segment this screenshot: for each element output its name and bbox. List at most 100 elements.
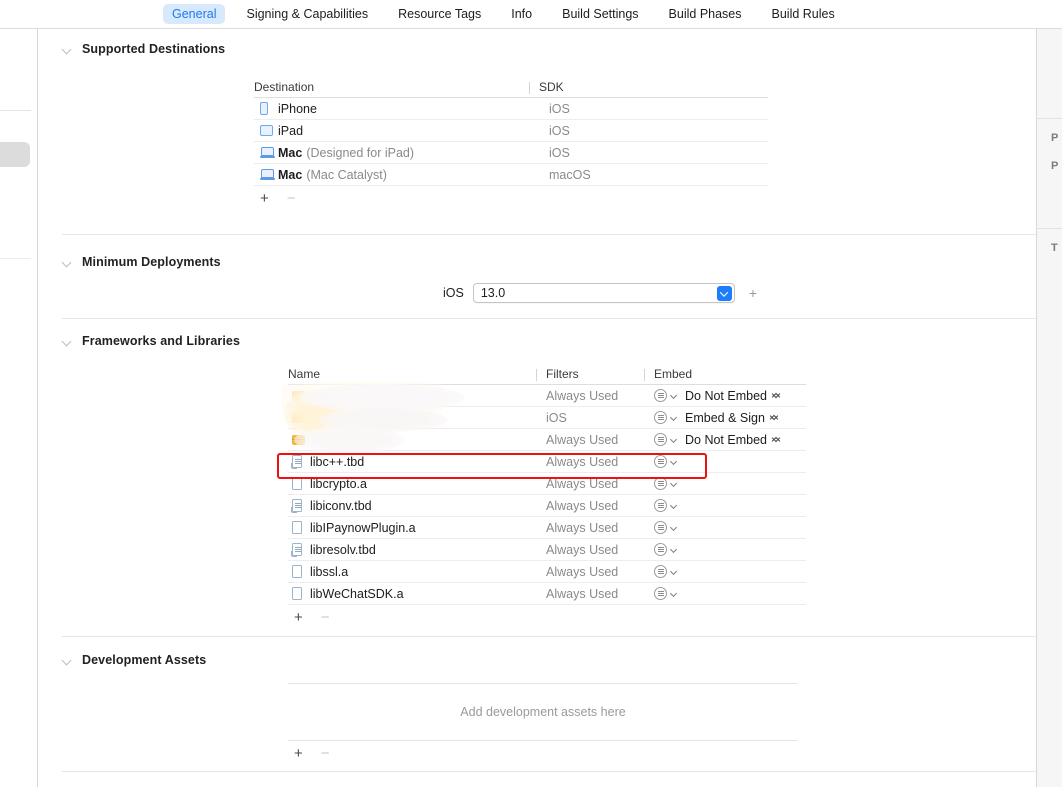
library-filters: Always Used: [546, 520, 619, 535]
filters-popup-button[interactable]: [654, 389, 677, 402]
inspector-label-1: P: [1051, 132, 1059, 144]
table-row[interactable]: Always Used Do Not Embed: [288, 429, 806, 451]
embed-popup-button[interactable]: Embed & Sign: [685, 411, 779, 425]
library-name: libWeChatSDK.a: [310, 586, 404, 601]
filters-popup-button[interactable]: [654, 433, 677, 446]
destination-sdk: iOS: [549, 123, 570, 138]
add-deployment-button[interactable]: +: [749, 285, 757, 301]
library-name: libssl.a: [310, 564, 349, 579]
filters-popup-button[interactable]: [654, 521, 677, 534]
add-development-asset-button[interactable]: +: [294, 746, 303, 761]
section-title: Minimum Deployments: [82, 255, 221, 269]
inspector-rail: P P T: [1036, 28, 1062, 787]
chevron-down-icon[interactable]: [716, 286, 732, 301]
development-assets-table: Add development assets here + −: [288, 683, 806, 765]
tbd-file-icon: [291, 455, 310, 469]
table-row[interactable]: iPad iOS: [254, 120, 768, 142]
tab-build-settings[interactable]: Build Settings: [553, 4, 647, 24]
column-header-embed: Embed: [644, 367, 794, 384]
filters-popup-button[interactable]: [654, 543, 677, 556]
library-filters: Always Used: [546, 564, 619, 579]
tab-info[interactable]: Info: [502, 4, 541, 24]
embed-popup-button[interactable]: Do Not Embed: [685, 433, 781, 447]
table-row[interactable]: libc++.tbd Always Used: [288, 451, 806, 473]
tab-resource-tags[interactable]: Resource Tags: [389, 4, 490, 24]
inspector-divider: [1037, 118, 1062, 119]
section-title: Supported Destinations: [82, 42, 226, 56]
table-row[interactable]: iOS Embed & Sign: [288, 407, 806, 429]
chevron-down-icon: [62, 336, 73, 347]
deployment-version-combobox[interactable]: 13.0: [472, 283, 735, 303]
add-destination-button[interactable]: +: [260, 191, 269, 206]
filters-popup-button[interactable]: [654, 477, 677, 490]
general-settings-pane: Supported Destinations Destination SDK i…: [38, 29, 1036, 787]
tab-signing-and-capabilities[interactable]: Signing & Capabilities: [237, 4, 377, 24]
column-header-name: Name: [288, 367, 321, 381]
filters-popup-button[interactable]: [654, 565, 677, 578]
static-library-icon: [292, 477, 310, 490]
inspector-divider-2: [1037, 228, 1062, 229]
table-header: Name Filters Embed: [288, 365, 806, 385]
library-filters: Always Used: [546, 586, 619, 601]
add-framework-button[interactable]: +: [294, 610, 303, 625]
table-row[interactable]: libiconv.tbd Always Used: [288, 495, 806, 517]
tab-build-rules[interactable]: Build Rules: [763, 4, 844, 24]
project-editor-tabbar: General Signing & Capabilities Resource …: [0, 0, 1062, 29]
remove-framework-button[interactable]: −: [321, 610, 330, 625]
section-title: Development Assets: [82, 653, 207, 667]
table-header: Destination SDK: [254, 78, 768, 98]
navigator-selected-item[interactable]: [0, 142, 30, 167]
chevron-up-down-icon: [772, 389, 781, 402]
library-name: libiconv.tbd: [310, 498, 372, 513]
column-header-destination: Destination: [254, 80, 315, 94]
destination-note: (Mac Catalyst): [306, 167, 387, 182]
library-filters: iOS: [546, 410, 567, 425]
table-row[interactable]: libWeChatSDK.a Always Used: [288, 583, 806, 605]
destination-name: Mac: [278, 145, 303, 160]
minimum-deployment-row: iOS 13.0 +: [443, 283, 757, 303]
embed-value: Do Not Embed: [685, 388, 767, 403]
table-row[interactable]: libIPaynowPlugin.a Always Used: [288, 517, 806, 539]
embed-value: Do Not Embed: [685, 432, 767, 447]
filters-popup-button[interactable]: [654, 499, 677, 512]
tbd-file-icon: [291, 499, 310, 513]
mac-icon: [260, 169, 278, 180]
static-library-icon: [292, 587, 310, 600]
table-row[interactable]: libresolv.tbd Always Used: [288, 539, 806, 561]
table-row[interactable]: libssl.a Always Used: [288, 561, 806, 583]
tab-build-phases[interactable]: Build Phases: [660, 4, 751, 24]
library-filters: Always Used: [546, 388, 619, 403]
static-library-icon: [292, 521, 310, 534]
destination-sdk: iOS: [549, 145, 570, 160]
filters-popup-button[interactable]: [654, 411, 677, 424]
filters-popup-button[interactable]: [654, 455, 677, 468]
section-header-supported-destinations[interactable]: Supported Destinations: [62, 42, 225, 56]
section-header-development-assets[interactable]: Development Assets: [62, 653, 206, 667]
table-row[interactable]: Always Used Do Not Embed: [288, 385, 806, 407]
navigator-rail: [0, 0, 38, 787]
embed-popup-button[interactable]: Do Not Embed: [685, 389, 781, 403]
deployment-version-value: 13.0: [480, 286, 506, 300]
embed-value: Embed & Sign: [685, 410, 765, 425]
chevron-down-icon: [62, 655, 73, 666]
section-header-frameworks-and-libraries[interactable]: Frameworks and Libraries: [62, 334, 240, 348]
tab-general[interactable]: General: [163, 4, 226, 24]
table-row[interactable]: libcrypto.a Always Used: [288, 473, 806, 495]
inspector-label-3: T: [1051, 242, 1058, 254]
framework-icon: [292, 434, 310, 445]
table-row[interactable]: Mac (Designed for iPad) iOS: [254, 142, 768, 164]
destination-name: iPad: [278, 123, 304, 138]
rail-divider: [0, 110, 31, 111]
column-header-sdk: SDK: [529, 80, 759, 97]
remove-development-asset-button[interactable]: −: [321, 746, 330, 761]
chevron-up-down-icon: [772, 433, 781, 446]
section-header-minimum-deployments[interactable]: Minimum Deployments: [62, 255, 221, 269]
framework-icon: [292, 412, 310, 423]
inspector-label-2: P: [1051, 160, 1059, 172]
filters-popup-button[interactable]: [654, 587, 677, 600]
library-filters: Always Used: [546, 542, 619, 557]
table-row[interactable]: Mac (Mac Catalyst) macOS: [254, 164, 768, 186]
destination-name: Mac: [278, 167, 303, 182]
table-row[interactable]: iPhone iOS: [254, 98, 768, 120]
remove-destination-button[interactable]: −: [287, 191, 296, 206]
